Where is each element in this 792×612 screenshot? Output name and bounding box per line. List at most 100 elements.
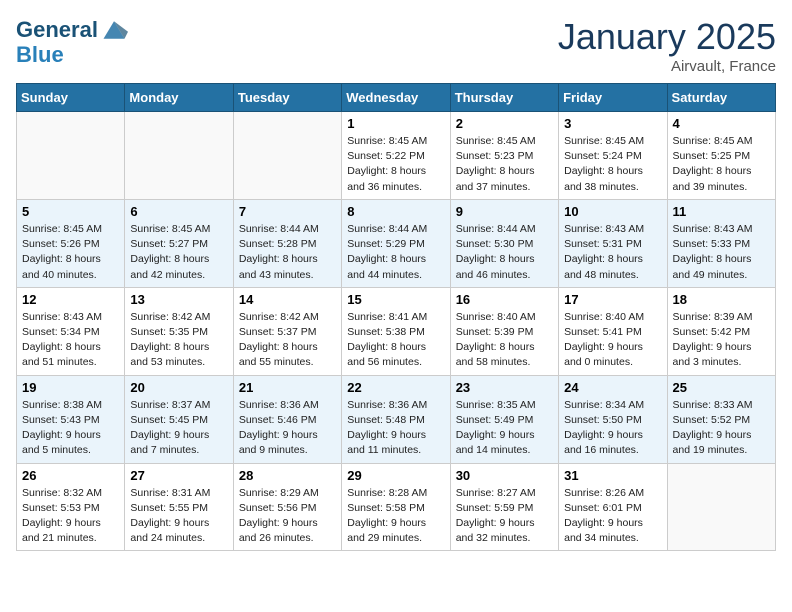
day-info: Sunrise: 8:38 AM Sunset: 5:43 PM Dayligh… xyxy=(22,398,119,459)
calendar-cell: 25Sunrise: 8:33 AM Sunset: 5:52 PM Dayli… xyxy=(667,375,775,463)
calendar-cell: 20 Sunrise: 8:37 AM Sunset: 5:45 PM Dayli… xyxy=(125,375,233,463)
day-info: Sunrise: 8:27 AM Sunset: 5:59 PM Dayligh… xyxy=(456,486,553,547)
day-number: 28 xyxy=(239,468,336,483)
weekday-header-friday: Friday xyxy=(559,84,667,112)
day-number: 3 xyxy=(564,116,661,131)
day-number: 25 xyxy=(673,380,770,395)
day-info: Sunrise: 8:40 AM Sunset: 5:39 PM Dayligh… xyxy=(456,310,553,371)
weekday-header-saturday: Saturday xyxy=(667,84,775,112)
day-info: Sunrise: 8:44 AM Sunset: 5:28 PM Dayligh… xyxy=(239,222,336,283)
calendar-cell: 9 Sunrise: 8:44 AM Sunset: 5:30 PM Daylig… xyxy=(450,199,558,287)
logo-accent: Blue xyxy=(16,42,64,67)
week-row-5: 26Sunrise: 8:32 AM Sunset: 5:53 PM Dayli… xyxy=(17,463,776,551)
calendar-cell: 23 Sunrise: 8:35 AM Sunset: 5:49 PM Dayli… xyxy=(450,375,558,463)
day-number: 15 xyxy=(347,292,444,307)
calendar-cell: 30 Sunrise: 8:27 AM Sunset: 5:59 PM Dayli… xyxy=(450,463,558,551)
day-number: 5 xyxy=(22,204,119,219)
logo: General Blue xyxy=(16,16,128,67)
day-number: 1 xyxy=(347,116,444,131)
calendar-cell: 18 Sunrise: 8:39 AM Sunset: 5:42 PM Dayli… xyxy=(667,287,775,375)
title-block: January 2025 Airvault, France xyxy=(558,16,776,75)
calendar-cell: 6 Sunrise: 8:45 AM Sunset: 5:27 PM Daylig… xyxy=(125,199,233,287)
calendar-cell: 4 Sunrise: 8:45 AM Sunset: 5:25 PM Daylig… xyxy=(667,112,775,200)
calendar-cell: 3Sunrise: 8:45 AM Sunset: 5:24 PM Daylig… xyxy=(559,112,667,200)
day-number: 7 xyxy=(239,204,336,219)
day-number: 13 xyxy=(130,292,227,307)
day-number: 20 xyxy=(130,380,227,395)
day-number: 29 xyxy=(347,468,444,483)
day-info: Sunrise: 8:40 AM Sunset: 5:41 PM Dayligh… xyxy=(564,310,661,371)
day-number: 2 xyxy=(456,116,553,131)
calendar-cell: 27 Sunrise: 8:31 AM Sunset: 5:55 PM Dayli… xyxy=(125,463,233,551)
day-info: Sunrise: 8:37 AM Sunset: 5:45 PM Dayligh… xyxy=(130,398,227,459)
day-info: Sunrise: 8:45 AM Sunset: 5:26 PM Dayligh… xyxy=(22,222,119,283)
calendar-cell: 2Sunrise: 8:45 AM Sunset: 5:23 PM Daylig… xyxy=(450,112,558,200)
day-info: Sunrise: 8:45 AM Sunset: 5:22 PM Dayligh… xyxy=(347,134,444,195)
day-info: Sunrise: 8:35 AM Sunset: 5:49 PM Dayligh… xyxy=(456,398,553,459)
calendar-cell: 1 Sunrise: 8:45 AM Sunset: 5:22 PM Daylig… xyxy=(342,112,450,200)
day-info: Sunrise: 8:43 AM Sunset: 5:34 PM Dayligh… xyxy=(22,310,119,371)
day-number: 24 xyxy=(564,380,661,395)
day-info: Sunrise: 8:43 AM Sunset: 5:33 PM Dayligh… xyxy=(673,222,770,283)
calendar-cell: 31Sunrise: 8:26 AM Sunset: 6:01 PM Dayli… xyxy=(559,463,667,551)
weekday-header-wednesday: Wednesday xyxy=(342,84,450,112)
day-info: Sunrise: 8:42 AM Sunset: 5:37 PM Dayligh… xyxy=(239,310,336,371)
calendar-cell: 10 Sunrise: 8:43 AM Sunset: 5:31 PM Dayli… xyxy=(559,199,667,287)
day-number: 17 xyxy=(564,292,661,307)
calendar-cell: 17 Sunrise: 8:40 AM Sunset: 5:41 PM Dayli… xyxy=(559,287,667,375)
calendar-cell: 13 Sunrise: 8:42 AM Sunset: 5:35 PM Dayli… xyxy=(125,287,233,375)
day-number: 14 xyxy=(239,292,336,307)
day-number: 16 xyxy=(456,292,553,307)
day-number: 10 xyxy=(564,204,661,219)
calendar-cell xyxy=(125,112,233,200)
day-info: Sunrise: 8:31 AM Sunset: 5:55 PM Dayligh… xyxy=(130,486,227,547)
day-number: 30 xyxy=(456,468,553,483)
calendar-cell: 7 Sunrise: 8:44 AM Sunset: 5:28 PM Daylig… xyxy=(233,199,341,287)
day-number: 23 xyxy=(456,380,553,395)
weekday-header-tuesday: Tuesday xyxy=(233,84,341,112)
calendar-cell: 5 Sunrise: 8:45 AM Sunset: 5:26 PM Daylig… xyxy=(17,199,125,287)
day-info: Sunrise: 8:45 AM Sunset: 5:27 PM Dayligh… xyxy=(130,222,227,283)
day-info: Sunrise: 8:39 AM Sunset: 5:42 PM Dayligh… xyxy=(673,310,770,371)
calendar-cell: 26Sunrise: 8:32 AM Sunset: 5:53 PM Dayli… xyxy=(17,463,125,551)
day-number: 8 xyxy=(347,204,444,219)
weekday-header-monday: Monday xyxy=(125,84,233,112)
day-number: 26 xyxy=(22,468,119,483)
day-number: 12 xyxy=(22,292,119,307)
day-number: 9 xyxy=(456,204,553,219)
day-number: 11 xyxy=(673,204,770,219)
calendar-cell xyxy=(233,112,341,200)
calendar-cell: 14 Sunrise: 8:42 AM Sunset: 5:37 PM Dayli… xyxy=(233,287,341,375)
calendar-cell: 16 Sunrise: 8:40 AM Sunset: 5:39 PM Dayli… xyxy=(450,287,558,375)
page-header: General Blue January 2025 Airvault, Fran… xyxy=(16,16,776,75)
calendar-cell: 15Sunrise: 8:41 AM Sunset: 5:38 PM Dayli… xyxy=(342,287,450,375)
calendar-table: SundayMondayTuesdayWednesdayThursdayFrid… xyxy=(16,83,776,551)
location: Airvault, France xyxy=(558,58,776,75)
day-info: Sunrise: 8:45 AM Sunset: 5:25 PM Dayligh… xyxy=(673,134,770,195)
calendar-cell xyxy=(667,463,775,551)
weekday-header-thursday: Thursday xyxy=(450,84,558,112)
week-row-3: 12 Sunrise: 8:43 AM Sunset: 5:34 PM Dayli… xyxy=(17,287,776,375)
calendar-cell: 24 Sunrise: 8:34 AM Sunset: 5:50 PM Dayli… xyxy=(559,375,667,463)
day-info: Sunrise: 8:43 AM Sunset: 5:31 PM Dayligh… xyxy=(564,222,661,283)
day-info: Sunrise: 8:34 AM Sunset: 5:50 PM Dayligh… xyxy=(564,398,661,459)
calendar-cell: 22Sunrise: 8:36 AM Sunset: 5:48 PM Dayli… xyxy=(342,375,450,463)
calendar-cell: 12 Sunrise: 8:43 AM Sunset: 5:34 PM Dayli… xyxy=(17,287,125,375)
day-number: 18 xyxy=(673,292,770,307)
day-info: Sunrise: 8:44 AM Sunset: 5:30 PM Dayligh… xyxy=(456,222,553,283)
day-info: Sunrise: 8:42 AM Sunset: 5:35 PM Dayligh… xyxy=(130,310,227,371)
day-info: Sunrise: 8:28 AM Sunset: 5:58 PM Dayligh… xyxy=(347,486,444,547)
day-number: 21 xyxy=(239,380,336,395)
calendar-body: 1 Sunrise: 8:45 AM Sunset: 5:22 PM Daylig… xyxy=(17,112,776,551)
week-row-2: 5 Sunrise: 8:45 AM Sunset: 5:26 PM Daylig… xyxy=(17,199,776,287)
day-number: 27 xyxy=(130,468,227,483)
logo-icon xyxy=(100,16,128,44)
day-number: 4 xyxy=(673,116,770,131)
calendar-cell: 21Sunrise: 8:36 AM Sunset: 5:46 PM Dayli… xyxy=(233,375,341,463)
calendar-cell xyxy=(17,112,125,200)
week-row-1: 1 Sunrise: 8:45 AM Sunset: 5:22 PM Daylig… xyxy=(17,112,776,200)
calendar-cell: 11 Sunrise: 8:43 AM Sunset: 5:33 PM Dayli… xyxy=(667,199,775,287)
month-title: January 2025 xyxy=(558,16,776,58)
day-number: 6 xyxy=(130,204,227,219)
logo-text: General xyxy=(16,19,98,41)
